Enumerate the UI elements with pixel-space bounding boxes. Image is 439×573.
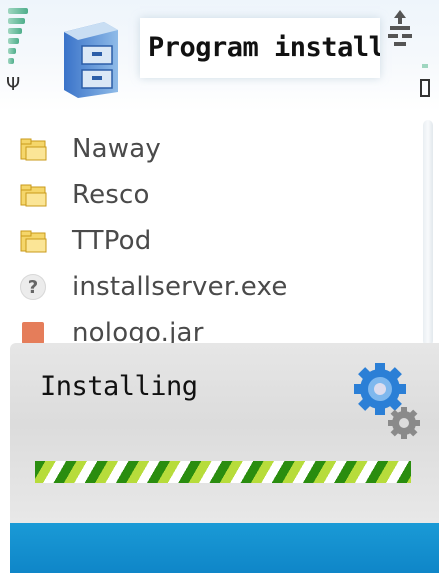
folder-icon: [20, 184, 47, 207]
list-item[interactable]: Naway: [0, 126, 420, 172]
battery-icon: [420, 64, 430, 97]
antenna-icon: Ψ: [6, 74, 21, 95]
list-item-label: TTPod: [72, 226, 152, 256]
softkey-bar: [10, 523, 439, 573]
question-mark-glyph: ?: [20, 274, 46, 300]
folder-icon: [20, 230, 47, 253]
unknown-file-icon: ?: [20, 274, 48, 300]
file-list[interactable]: Naway Resco TTPod ? installserver.exe no…: [0, 112, 439, 350]
list-item-label: Naway: [72, 134, 161, 164]
list-item-label: Resco: [72, 180, 150, 210]
list-item[interactable]: TTPod: [0, 218, 420, 264]
dialog-message: Installing: [40, 371, 198, 402]
file-cabinet-icon: [64, 22, 118, 98]
list-item-label: installserver.exe: [72, 272, 288, 302]
folder-icon: [20, 138, 47, 161]
list-item[interactable]: Resco: [0, 172, 420, 218]
page-title: Program install: [140, 18, 380, 78]
list-item[interactable]: ? installserver.exe: [0, 264, 420, 310]
installing-dialog: Installing: [10, 343, 439, 523]
packet-data-icon: [388, 10, 412, 46]
list-scrollbar[interactable]: [423, 120, 433, 346]
gears-icon: [354, 363, 420, 439]
signal-strength-icon: [8, 8, 30, 78]
install-progress-bar: [35, 461, 411, 483]
status-title-bar: Ψ Program install: [0, 0, 439, 112]
progress-fill: [35, 461, 411, 483]
